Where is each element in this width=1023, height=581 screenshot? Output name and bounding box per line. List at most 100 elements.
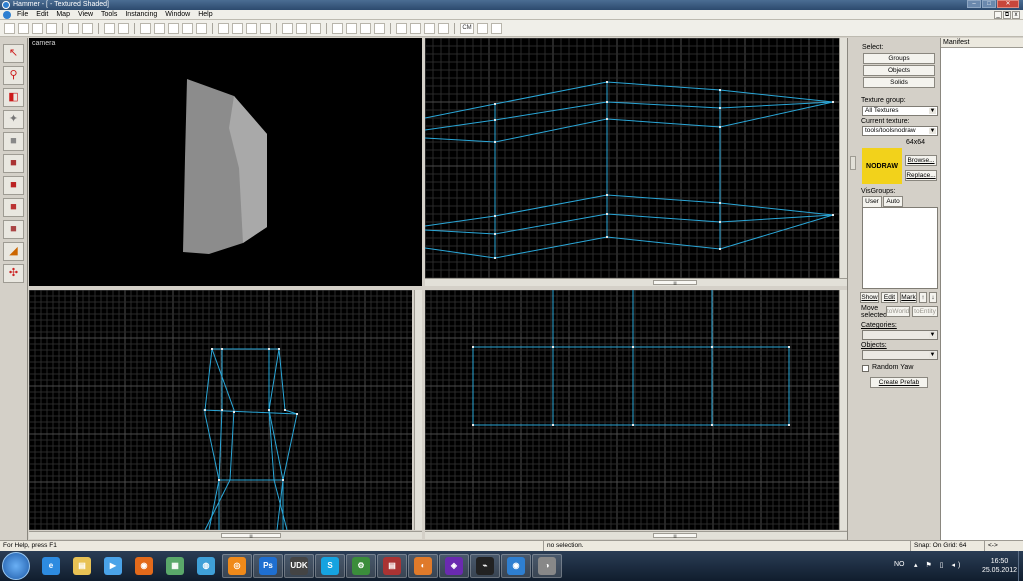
viewport-bottom-right[interactable] (425, 290, 839, 530)
select-box-icon[interactable] (310, 23, 321, 34)
show-desktop-button[interactable] (1018, 551, 1023, 581)
split-icon[interactable] (410, 23, 421, 34)
horizontal-scrollbar-top-right[interactable]: ||| (425, 278, 847, 286)
texture-lock-icon[interactable] (218, 23, 229, 34)
menu-instancing[interactable]: Instancing (125, 10, 157, 20)
toggle-helpers-icon[interactable] (282, 23, 293, 34)
menu-view[interactable]: View (78, 10, 93, 20)
panel-scroll-handle[interactable] (850, 156, 856, 170)
texture-tool-icon[interactable]: ■ (3, 154, 24, 173)
visgroups-tab-user[interactable]: User (862, 196, 882, 207)
taskbar-app-last-icon[interactable]: ◑ (532, 554, 562, 578)
paste-icon[interactable] (260, 23, 271, 34)
grid-3d-icon[interactable] (18, 23, 29, 34)
group-icon[interactable] (154, 23, 165, 34)
show-icon[interactable] (196, 23, 207, 34)
load-window-icon[interactable] (68, 23, 79, 34)
close-button[interactable]: ✕ (997, 0, 1019, 8)
scroll-thumb[interactable]: ||| (653, 280, 697, 285)
run-map-icon[interactable] (374, 23, 385, 34)
taskbar-firefox-icon[interactable]: ◉ (129, 554, 159, 578)
scroll-thumb[interactable]: ||| (221, 533, 281, 538)
visgroups-tab-auto[interactable]: Auto (883, 196, 903, 207)
toggle-models-icon[interactable] (296, 23, 307, 34)
taskbar-photoshop-icon[interactable]: Ps (253, 554, 283, 578)
taskbar-image-icon[interactable]: ▦ (160, 554, 190, 578)
taskbar-hammer-icon[interactable]: ◉ (501, 554, 531, 578)
horizontal-scrollbar-bottom-left[interactable]: ||| (29, 531, 422, 539)
cordon-icon[interactable] (396, 23, 407, 34)
tools-extra-icon[interactable] (491, 23, 502, 34)
run-map-2-icon[interactable] (477, 23, 488, 34)
taskbar-app-grid-icon[interactable]: ▤ (377, 554, 407, 578)
flip-h-icon[interactable] (346, 23, 357, 34)
check-problems-icon[interactable] (438, 23, 449, 34)
grid-toggle-icon[interactable] (4, 23, 15, 34)
cubemaps-icon[interactable]: CM (460, 23, 474, 34)
to-entity-button[interactable]: toEntity (912, 306, 938, 317)
taskbar-steam-2-icon[interactable]: ⌁ (470, 554, 500, 578)
undo-icon[interactable] (104, 23, 115, 34)
taskbar-skype-icon[interactable]: S (315, 554, 345, 578)
redo-icon[interactable] (118, 23, 129, 34)
taskbar-udk-icon[interactable]: UDK (284, 554, 314, 578)
vertical-scrollbar-bottom-right[interactable] (839, 290, 847, 530)
scroll-thumb[interactable]: ||| (653, 533, 697, 538)
maximize-button[interactable]: □ (982, 0, 996, 8)
magnify-tool-icon[interactable]: ⚲ (3, 66, 24, 85)
create-prefab-button[interactable]: Create Prefab (870, 377, 928, 388)
menu-map[interactable]: Map (56, 10, 70, 20)
select-objects-button[interactable]: Objects (863, 65, 935, 76)
menu-tools[interactable]: Tools (101, 10, 117, 20)
minimize-button[interactable]: – (967, 0, 981, 8)
menu-help[interactable]: Help (198, 10, 212, 20)
viewport-camera[interactable]: camera (29, 38, 422, 286)
language-indicator[interactable]: NO (894, 561, 905, 568)
select-solids-button[interactable]: Solids (863, 77, 935, 88)
carve-icon[interactable] (140, 23, 151, 34)
taskbar-app-orange-icon[interactable]: ◎ (222, 554, 252, 578)
objects-select[interactable]: ▼ (862, 350, 938, 360)
texture-preview[interactable]: NODRAW (862, 148, 902, 184)
select-groups-button[interactable]: Groups (863, 53, 935, 64)
viewport-bottom-left[interactable] (29, 290, 412, 530)
texture-group-select[interactable]: All Textures ▼ (862, 106, 938, 116)
overlay-tool-icon[interactable]: ■ (3, 220, 24, 239)
taskbar-ie-icon[interactable]: e (36, 554, 66, 578)
mdi-close-button[interactable]: x (1012, 11, 1020, 19)
start-button[interactable] (2, 552, 30, 580)
menu-edit[interactable]: Edit (36, 10, 48, 20)
hide-icon[interactable] (182, 23, 193, 34)
visgroup-down-button[interactable]: ↓ (929, 292, 937, 303)
camera-tool-icon[interactable]: ◧ (3, 88, 24, 107)
block-tool-icon[interactable]: ■ (3, 132, 24, 151)
vertical-scrollbar-bottom-left[interactable] (414, 290, 422, 530)
select-objects-icon[interactable] (332, 23, 343, 34)
selection-tool-icon[interactable]: ↖ (3, 44, 24, 63)
tray-icons[interactable]: ▴ ⚑ ▯ ◂) (914, 561, 963, 569)
ungroup-icon[interactable] (168, 23, 179, 34)
apply-texture-tool-icon[interactable]: ■ (3, 176, 24, 195)
mdi-restore-button[interactable]: ⧉ (1003, 11, 1011, 19)
vertical-scrollbar-top-right[interactable] (839, 38, 847, 278)
random-yaw-checkbox[interactable] (862, 365, 869, 372)
menu-window[interactable]: Window (165, 10, 190, 20)
visgroup-show-button[interactable]: Show (860, 292, 879, 303)
viewport-top-right[interactable] (425, 38, 839, 278)
replace-button[interactable]: Replace... (905, 170, 937, 181)
horizontal-scrollbar-bottom-right[interactable]: ||| (425, 531, 847, 539)
grid-smaller-icon[interactable] (32, 23, 43, 34)
clock[interactable]: 16:50 25.05.2012 (982, 557, 1017, 575)
entity-tool-icon[interactable]: ✦ (3, 110, 24, 129)
clipping-tool-icon[interactable]: ◢ (3, 242, 24, 261)
categories-select[interactable]: ▼ (862, 330, 938, 340)
visgroups-list[interactable] (862, 207, 938, 289)
taskbar-globe-icon[interactable]: ◍ (191, 554, 221, 578)
to-world-button[interactable]: toWorld (886, 306, 910, 317)
visgroup-edit-button[interactable]: Edit (881, 292, 898, 303)
menu-file[interactable]: File (17, 10, 28, 20)
cut-icon[interactable] (232, 23, 243, 34)
mdi-minimize-button[interactable]: _ (994, 11, 1002, 19)
taskbar-app-swirl-icon[interactable]: ◐ (408, 554, 438, 578)
document-icon[interactable] (3, 11, 11, 19)
